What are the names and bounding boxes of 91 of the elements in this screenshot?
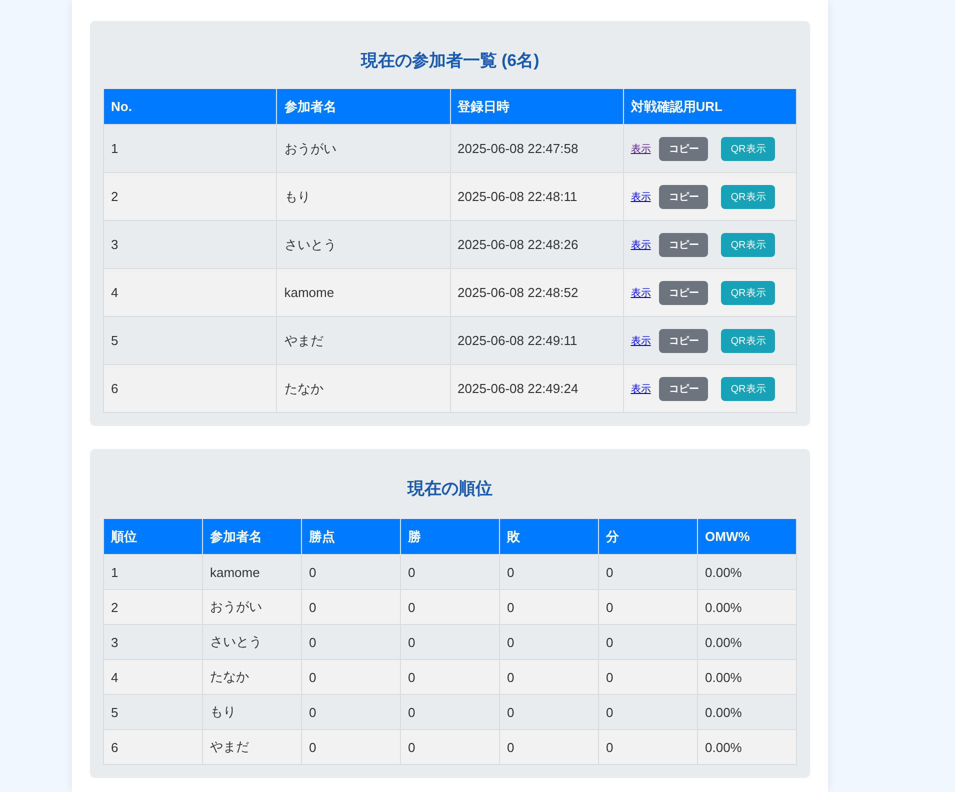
table-cell: 6 xyxy=(104,730,202,764)
qr-button[interactable]: QR表示 xyxy=(720,376,775,400)
table-cell: おうがい xyxy=(276,124,450,172)
table-cell: 2025-06-08 22:49:11 xyxy=(450,316,624,364)
qr-button[interactable]: QR表示 xyxy=(720,328,775,352)
table-cell: 0 xyxy=(598,694,698,730)
column-header: 順位 xyxy=(104,519,202,554)
copy-button[interactable]: コピー xyxy=(658,328,708,352)
qr-button[interactable]: QR表示 xyxy=(720,232,775,256)
table-cell: 2025-06-08 22:48:26 xyxy=(450,220,624,268)
table-cell: 3 xyxy=(104,624,202,660)
table-cell: 0.00% xyxy=(698,624,796,660)
table-cell: 0.00% xyxy=(698,730,796,764)
column-header: OMW% xyxy=(698,519,796,554)
table-cell: 2025-06-08 22:48:11 xyxy=(450,172,624,220)
copy-button[interactable]: コピー xyxy=(658,232,708,256)
qr-button[interactable]: QR表示 xyxy=(720,136,775,160)
table-cell: 5 xyxy=(104,694,202,730)
column-header: 参加者名 xyxy=(276,89,450,124)
table-cell: 0 xyxy=(302,730,400,764)
table-cell: 0 xyxy=(500,554,598,590)
copy-button[interactable]: コピー xyxy=(658,184,708,208)
table-cell: 0 xyxy=(302,590,400,624)
table-cell: 1 xyxy=(104,124,277,172)
column-header: 勝 xyxy=(400,519,500,554)
table-cell: やまだ xyxy=(276,316,450,364)
table-cell: 0 xyxy=(400,554,500,590)
table-cell: 0.00% xyxy=(698,590,796,624)
view-link[interactable]: 表示 xyxy=(630,336,651,346)
table-cell: 2 xyxy=(104,172,277,220)
table-cell: 0 xyxy=(400,694,500,730)
qr-button[interactable]: QR表示 xyxy=(720,184,775,208)
table-cell: 3 xyxy=(104,220,277,268)
column-header: 対戦確認用URL xyxy=(623,89,796,124)
column-header: 敗 xyxy=(500,519,598,554)
table-cell: やまだ xyxy=(202,730,302,764)
table-cell: 0 xyxy=(500,730,598,764)
column-header: 参加者名 xyxy=(202,519,302,554)
table-cell: 0 xyxy=(598,624,698,660)
copy-button[interactable]: コピー xyxy=(658,280,708,304)
table-cell: 0.00% xyxy=(698,694,796,730)
table-cell: 0 xyxy=(500,694,598,730)
table-cell: 0 xyxy=(302,554,400,590)
column-header: 分 xyxy=(598,519,698,554)
table-cell: 2025-06-08 22:47:58 xyxy=(450,124,624,172)
view-link[interactable]: 表示 xyxy=(630,144,651,154)
table-cell: 0 xyxy=(598,554,698,590)
table-cell: kamome xyxy=(202,554,302,590)
table-cell: 2 xyxy=(104,590,202,624)
table-cell: たなか xyxy=(202,660,302,694)
column-header: No. xyxy=(104,89,277,124)
table-cell: 2025-06-08 22:48:52 xyxy=(450,268,624,316)
table-cell: 0 xyxy=(598,590,698,624)
column-header: 勝点 xyxy=(302,519,400,554)
table-cell: 0.00% xyxy=(698,660,796,694)
table-cell: 4 xyxy=(104,660,202,694)
table-cell: 0 xyxy=(302,694,400,730)
table-cell: 1 xyxy=(104,554,202,590)
table-cell: kamome xyxy=(276,268,450,316)
table-cell: 0 xyxy=(302,624,400,660)
table-cell: もり xyxy=(202,694,302,730)
table-cell: 0 xyxy=(598,660,698,694)
copy-button[interactable]: コピー xyxy=(658,376,708,400)
table-cell: さいとう xyxy=(202,624,302,660)
section-title: 現在の順位 xyxy=(406,478,494,500)
table-cell: 0 xyxy=(400,660,500,694)
table-cell: 0 xyxy=(400,624,500,660)
table-cell: 2025-06-08 22:49:24 xyxy=(450,364,624,412)
table-cell: もり xyxy=(276,172,450,220)
table-cell: 0 xyxy=(302,660,400,694)
section-title: 現在の参加者一覧 (6名) xyxy=(360,50,540,72)
view-link[interactable]: 表示 xyxy=(630,384,651,394)
view-link[interactable]: 表示 xyxy=(630,192,651,202)
table-cell: 0 xyxy=(500,590,598,624)
table-cell: 0 xyxy=(598,730,698,764)
view-link[interactable]: 表示 xyxy=(630,288,651,298)
table-cell: 0 xyxy=(400,730,500,764)
table-cell: おうがい xyxy=(202,590,302,624)
table-cell: たなか xyxy=(276,364,450,412)
table-cell: 0.00% xyxy=(698,554,796,590)
table-cell: さいとう xyxy=(276,220,450,268)
table-cell: 0 xyxy=(500,624,598,660)
table-cell: 6 xyxy=(104,364,277,412)
copy-button[interactable]: コピー xyxy=(658,136,708,160)
table-cell: 0 xyxy=(400,590,500,624)
column-header: 登録日時 xyxy=(450,89,624,124)
table-cell: 0 xyxy=(500,660,598,694)
qr-button[interactable]: QR表示 xyxy=(720,280,775,304)
view-link[interactable]: 表示 xyxy=(630,240,651,250)
table-cell: 5 xyxy=(104,316,277,364)
table-cell: 4 xyxy=(104,268,277,316)
